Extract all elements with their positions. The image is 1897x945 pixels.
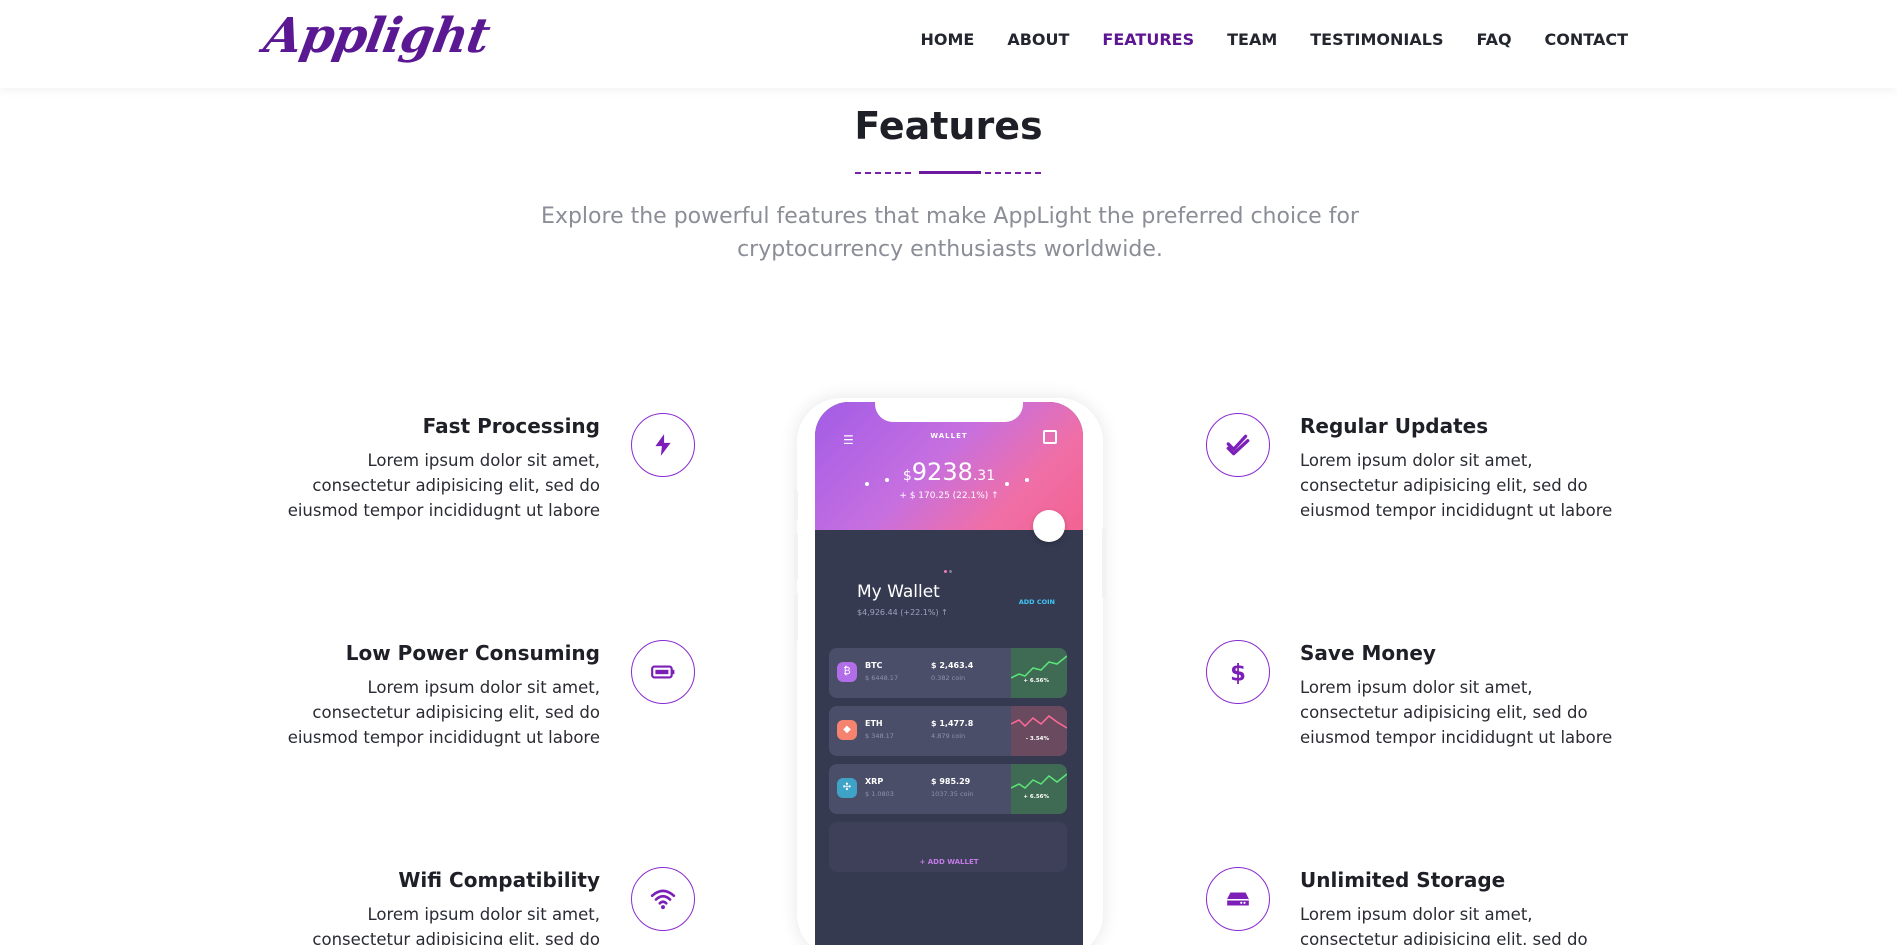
wallet-balance: $9238.31 <box>815 458 1083 486</box>
double-check-icon <box>1206 413 1270 477</box>
title-divider <box>855 171 1045 175</box>
feature-text: Lorem ipsum dolor sit amet, consectetur … <box>1300 678 1613 747</box>
coin-row-xrp: ✣ XRP $ 1.0803 $ 985.29 1037.35 coin + 6… <box>829 764 1067 814</box>
coin-symbol: XRP <box>865 777 884 786</box>
bolt-icon <box>631 413 695 477</box>
balance-cents: .31 <box>972 468 996 484</box>
feature-unlimited-storage: Unlimited Storage Lorem ipsum dolor sit … <box>1300 868 1630 945</box>
coin-price: $ 348.17 <box>865 732 894 740</box>
ethereum-icon: ◆ <box>837 720 857 740</box>
nav-features[interactable]: FEATURES <box>1102 30 1194 49</box>
phone-side-button <box>794 533 798 581</box>
balance-change: + $ 170.25 (22.1%) ↑ <box>899 491 999 501</box>
coin-row-eth: ◆ ETH $ 348.17 $ 1,477.8 4.879 coin - 3.… <box>829 706 1067 756</box>
wallet-hero: ☰ WALLET $9238.31 + $ 170.25 (22.1%) ↑ <box>815 402 1083 542</box>
coin-symbol: BTC <box>865 661 883 670</box>
feature-text: Lorem ipsum dolor sit amet, consectetur … <box>1300 905 1588 945</box>
sparkline-down <box>1011 706 1067 756</box>
feature-title: Fast Processing <box>422 414 600 438</box>
nav-contact[interactable]: CONTACT <box>1545 30 1628 49</box>
nav-testimonials[interactable]: TESTIMONIALS <box>1310 30 1443 49</box>
coin-amount: $ 1,477.8 <box>931 719 974 728</box>
phone-mockup: ☰ WALLET $9238.31 + $ 170.25 (22.1%) ↑ M… <box>794 398 1106 945</box>
decor-dot <box>1005 482 1009 486</box>
decor-dot <box>1025 478 1029 482</box>
decor-dot <box>865 482 869 486</box>
coin-holding: 0.382 coin <box>931 674 966 682</box>
qr-code-icon <box>1043 430 1057 444</box>
divider-dash-left <box>855 172 915 174</box>
coin-holding: 1037.35 coin <box>931 790 974 798</box>
feature-text: Lorem ipsum dolor sit amet, consectetur … <box>312 905 600 945</box>
coin-change: + 6.56% <box>1023 794 1049 800</box>
nav-faq[interactable]: FAQ <box>1476 30 1511 49</box>
feature-low-power: Low Power Consuming Lorem ipsum dolor si… <box>270 641 600 750</box>
coin-change: - 3.54% <box>1025 736 1049 742</box>
feature-title: Regular Updates <box>1300 414 1489 438</box>
my-wallet-subtitle: $4,926.44 (+22.1%) ↑ <box>857 608 948 617</box>
feature-fast-processing: Fast Processing Lorem ipsum dolor sit am… <box>270 414 600 523</box>
phone-side-button <box>794 490 798 520</box>
feature-text: Lorem ipsum dolor sit amet, consectetur … <box>287 451 600 520</box>
balance-main: 9238 <box>911 458 973 486</box>
feature-regular-updates: Regular Updates Lorem ipsum dolor sit am… <box>1300 414 1630 523</box>
coin-symbol: ETH <box>865 719 883 728</box>
nav-home[interactable]: HOME <box>920 30 974 49</box>
section-title: Features <box>854 104 1043 148</box>
phone-notch <box>875 402 1023 422</box>
dollar-icon: $ <box>1206 640 1270 704</box>
storage-icon <box>1206 867 1270 931</box>
carousel-dots <box>944 558 954 573</box>
coin-price: $ 6448.17 <box>865 674 899 682</box>
coin-change: + 6.56% <box>1023 678 1049 684</box>
ripple-icon: ✣ <box>837 778 857 798</box>
refresh-icon <box>1033 510 1065 542</box>
feature-title: Low Power Consuming <box>345 641 600 665</box>
sparkline-up <box>1011 648 1067 698</box>
feature-title: Save Money <box>1300 641 1436 665</box>
phone-screen: ☰ WALLET $9238.31 + $ 170.25 (22.1%) ↑ M… <box>815 402 1083 945</box>
nav-about[interactable]: ABOUT <box>1007 30 1069 49</box>
phone-side-button <box>1102 528 1106 598</box>
main-nav: HOME ABOUT FEATURES TEAM TESTIMONIALS FA… <box>887 30 1628 49</box>
coin-holding: 4.879 coin <box>931 732 966 740</box>
coin-row-btc: ₿ BTC $ 6448.17 $ 2,463.4 0.382 coin + 6… <box>829 648 1067 698</box>
brand-logo[interactable]: Applight <box>260 8 493 64</box>
add-wallet-button: + ADD WALLET <box>919 858 979 866</box>
coin-price: $ 1.0803 <box>865 790 894 798</box>
divider-solid <box>919 171 981 174</box>
section-subtitle: Explore the powerful features that make … <box>541 204 1359 262</box>
sparkline-up <box>1011 764 1067 814</box>
feature-title: Wifi Compatibility <box>398 868 600 892</box>
feature-text: Lorem ipsum dolor sit amet, consectetur … <box>287 678 600 747</box>
divider-dash-right <box>985 172 1045 174</box>
add-coin-button: ADD COIN <box>1018 598 1055 606</box>
coin-amount: $ 2,463.4 <box>931 661 974 670</box>
feature-save-money: Save Money Lorem ipsum dolor sit amet, c… <box>1300 641 1630 750</box>
coin-amount: $ 985.29 <box>931 777 971 786</box>
feature-wifi: Wifi Compatibility Lorem ipsum dolor sit… <box>270 868 600 945</box>
svg-text:$: $ <box>1230 661 1246 685</box>
nav-team[interactable]: TEAM <box>1227 30 1277 49</box>
phone-side-button <box>794 593 798 641</box>
bitcoin-icon: ₿ <box>837 662 857 682</box>
decor-dot <box>885 478 889 482</box>
feature-text: Lorem ipsum dolor sit amet, consectetur … <box>1300 451 1613 520</box>
feature-title: Unlimited Storage <box>1300 868 1506 892</box>
wifi-icon <box>631 867 695 931</box>
currency-symbol: $ <box>902 468 912 484</box>
my-wallet-title: My Wallet <box>857 582 940 602</box>
battery-icon <box>631 640 695 704</box>
top-navbar: Applight HOME ABOUT FEATURES TEAM TESTIM… <box>0 0 1897 88</box>
